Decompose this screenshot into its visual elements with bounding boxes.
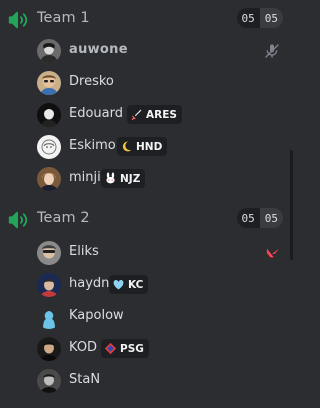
user-count: 05 bbox=[236, 208, 260, 228]
member-row[interactable]: haydn KC bbox=[0, 269, 293, 301]
org-tag-label: ARES bbox=[146, 108, 177, 121]
voice-channel-speaker-icon bbox=[8, 11, 28, 29]
member-name: Eskimo bbox=[69, 138, 116, 153]
member-name: KOD bbox=[69, 340, 98, 355]
sword-icon bbox=[131, 109, 142, 121]
scrollbar[interactable] bbox=[290, 150, 293, 260]
member-name: Eliks bbox=[69, 244, 99, 259]
member-name: Kapolow bbox=[69, 308, 124, 323]
team-1-header[interactable]: Team 1 05 05 bbox=[0, 8, 293, 32]
member-name: Dresko bbox=[69, 74, 114, 89]
user-count-pill: 05 05 bbox=[236, 208, 283, 228]
avatar bbox=[37, 71, 61, 95]
org-tag-label: HND bbox=[136, 140, 163, 153]
member-row[interactable]: StaN bbox=[0, 365, 293, 397]
member-row[interactable]: auwone bbox=[0, 35, 293, 67]
member-name: Edouard bbox=[69, 106, 123, 121]
member-row[interactable]: Kapolow bbox=[0, 301, 293, 333]
avatar bbox=[37, 273, 61, 297]
moon-icon bbox=[122, 141, 132, 152]
member-name: minji bbox=[69, 170, 101, 185]
org-tag-label: PSG bbox=[120, 342, 144, 355]
member-row[interactable]: Eskimo HND bbox=[0, 131, 293, 163]
heart-icon bbox=[113, 279, 124, 290]
avatar bbox=[37, 337, 61, 361]
avatar bbox=[37, 305, 61, 329]
team-name: Team 1 bbox=[37, 10, 90, 26]
avatar bbox=[37, 135, 61, 159]
avatar bbox=[37, 369, 61, 393]
avatar bbox=[37, 103, 61, 127]
member-name: auwone bbox=[69, 42, 128, 57]
org-tag-label: NJZ bbox=[120, 172, 141, 185]
muted-microphone-icon bbox=[265, 44, 279, 58]
org-tag: NJZ bbox=[101, 169, 146, 188]
org-tag-label: KC bbox=[128, 278, 144, 291]
avatar bbox=[37, 39, 61, 63]
team-2-header[interactable]: Team 2 05 05 bbox=[0, 208, 293, 232]
team-name: Team 2 bbox=[37, 210, 90, 226]
user-count: 05 bbox=[236, 8, 260, 28]
org-tag: PSG bbox=[101, 339, 149, 358]
voice-channel-speaker-icon bbox=[8, 211, 28, 229]
member-row[interactable]: KOD PSG bbox=[0, 333, 293, 365]
bunny-icon bbox=[106, 172, 115, 184]
member-row[interactable]: Eliks bbox=[0, 237, 293, 269]
org-tag: KC bbox=[109, 275, 149, 294]
user-limit: 05 bbox=[259, 8, 283, 28]
member-row[interactable]: Dresko bbox=[0, 67, 293, 99]
member-name: StaN bbox=[69, 372, 101, 387]
member-row[interactable]: Edouard ARES bbox=[0, 99, 293, 131]
avatar bbox=[37, 241, 61, 265]
org-tag: HND bbox=[117, 137, 168, 156]
org-tag: ARES bbox=[127, 105, 182, 124]
valorant-icon bbox=[266, 248, 280, 258]
diamond-icon bbox=[104, 342, 117, 355]
user-limit: 05 bbox=[259, 208, 283, 228]
user-count-pill: 05 05 bbox=[236, 8, 283, 28]
member-name: haydn bbox=[69, 276, 110, 291]
member-row[interactable]: minji NJZ bbox=[0, 163, 293, 195]
avatar bbox=[37, 167, 61, 191]
